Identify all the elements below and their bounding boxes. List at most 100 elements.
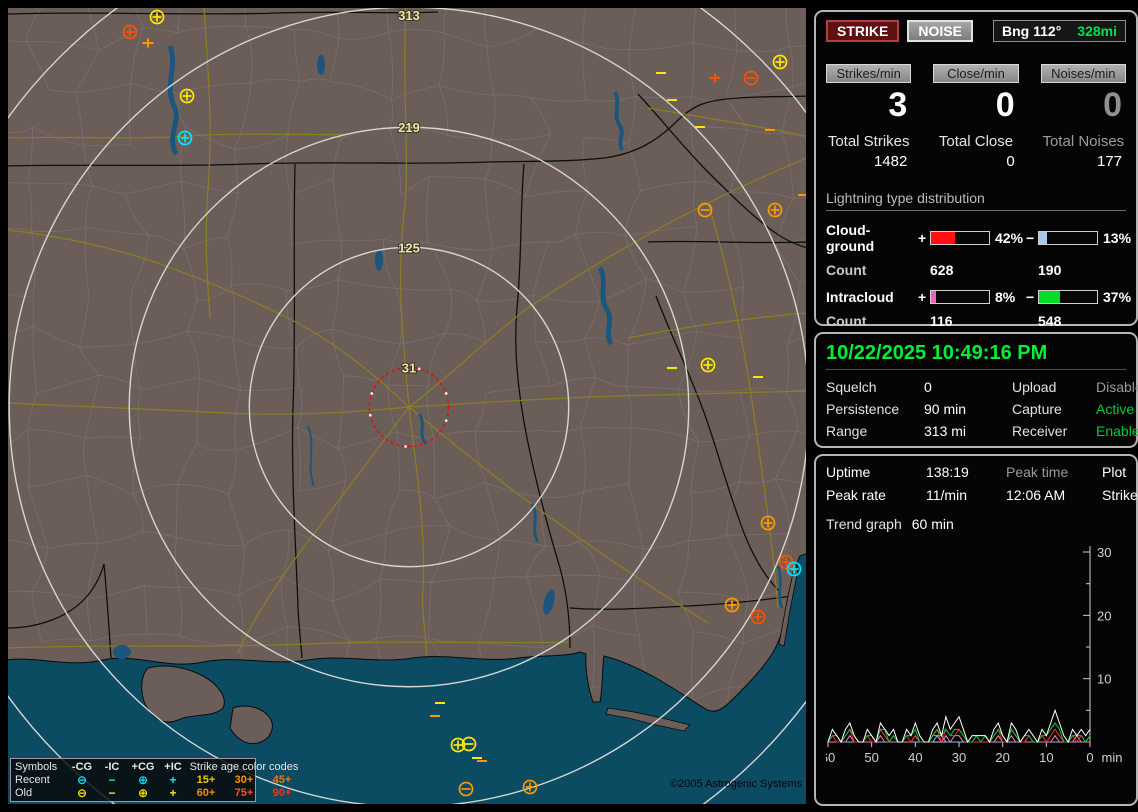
age-code-90: 90+ <box>272 787 292 799</box>
x-tick-label: 10 <box>1039 750 1053 765</box>
close-per-min-value: 0 <box>995 86 1015 124</box>
cloud-ground-label: Cloud-ground <box>826 222 875 254</box>
squelch-label: Squelch <box>826 379 877 395</box>
persistence-label: Persistence <box>826 401 900 417</box>
cg-plus-bar <box>930 231 990 245</box>
cloud-ground-row: Cloud-ground + 42% − 13% <box>826 222 1131 254</box>
x-tick-label: 60 <box>826 750 835 765</box>
legend-header-row: Symbols -CG -IC +CG +IC Strike age color… <box>15 761 298 774</box>
map-svg: 313 219 125 31 <box>8 8 806 804</box>
ring-label-313: 313 <box>398 8 420 23</box>
intracloud-count-row: Count 116 548 <box>826 313 1126 329</box>
minus-sign: − <box>1026 289 1035 305</box>
ic-plus-percent: 8% <box>995 289 1016 305</box>
x-tick-label: 0 <box>1086 750 1093 765</box>
total-close-label: Total Close <box>938 133 1014 150</box>
total-strikes-value: 1482 <box>873 153 908 170</box>
cloud-ground-count-row: Count 628 190 <box>826 262 1126 278</box>
circle-plus-icon: ⊕ <box>137 786 149 800</box>
close-column: Close/min 0 Total Close 0 <box>933 64 1019 170</box>
total-close-value: 0 <box>1006 153 1015 170</box>
peak-rate-label: Peak rate <box>826 487 886 503</box>
ring-label-219: 219 <box>398 120 420 135</box>
strikes-column: Strikes/min 3 Total Strikes 1482 <box>826 64 912 170</box>
ring-dot <box>404 445 407 448</box>
map-legend: Symbols -CG -IC +CG +IC Strike age color… <box>10 758 298 802</box>
age-code-30: 30+ <box>234 774 254 786</box>
bearing-value: Bng 112° <box>1002 23 1062 39</box>
ic-plus-bar <box>930 290 990 304</box>
squelch-value: 0 <box>924 379 932 395</box>
age-code-45: 45+ <box>272 774 292 786</box>
total-strikes-label: Total Strikes <box>827 133 910 150</box>
ring-dot <box>444 392 448 395</box>
age-code-75: 75+ <box>234 787 254 799</box>
total-noises-value: 177 <box>1096 153 1122 170</box>
peak-time-label: Peak time <box>1006 464 1069 480</box>
intracloud-row: Intracloud + 8% − 37% <box>826 289 1131 305</box>
trend-chart: 10 20 30 60 50 40 30 20 10 0 min <box>821 534 1126 787</box>
y-tick-label: 30 <box>1097 545 1111 560</box>
x-axis-unit: min <box>1102 750 1123 765</box>
range-value: 328mi <box>1077 23 1117 39</box>
lightning-map[interactable]: 313 219 125 31 Symbols -CG -IC +CG +IC Stri… <box>8 8 806 804</box>
uptime-label: Uptime <box>826 464 871 480</box>
noises-per-min-chip[interactable]: Noises/min <box>1040 64 1126 83</box>
side-panel: STRIKE NOISE Bng 112° 328mi Strikes/min … <box>814 10 1138 812</box>
ring-dot <box>368 413 372 417</box>
total-noises-label: Total Noises <box>1042 133 1125 150</box>
cg-minus-bar <box>1038 231 1098 245</box>
count-label: Count <box>826 262 867 278</box>
legend-recent-label: Recent <box>15 774 50 786</box>
plot-label: Plot <box>1102 464 1127 480</box>
plus-icon: + <box>169 786 177 800</box>
trend-series-green <box>827 722 1091 744</box>
datetime-display: 10/22/2025 10:49:16 PM <box>826 342 1126 370</box>
minus-icon: − <box>108 786 116 800</box>
cg-plus-percent: 42% <box>995 230 1024 246</box>
noises-per-min-value: 0 <box>1103 86 1122 124</box>
upload-label: Upload <box>1012 379 1057 395</box>
ic-minus-count: 548 <box>1038 313 1062 329</box>
strike-stats-box: STRIKE NOISE Bng 112° 328mi Strikes/min … <box>814 10 1138 329</box>
count-label: Count <box>826 313 867 329</box>
x-tick-label: 40 <box>908 750 922 765</box>
ic-plus-count: 116 <box>930 313 953 329</box>
rate-stats-grid: Strikes/min 3 Total Strikes 1482 Close/m… <box>826 64 1126 170</box>
trend-graph-label-row: Trend graph 60 min <box>826 516 1126 532</box>
legend-age-title: Strike age color codes <box>189 761 299 773</box>
cg-plus-count: 628 <box>930 262 954 278</box>
strikes-per-min-value: 3 <box>888 86 908 124</box>
age-code-15: 15+ <box>196 774 216 786</box>
ring-dot <box>417 367 421 371</box>
noise-mode-button[interactable]: NOISE <box>907 20 973 42</box>
noises-column: Noises/min 0 Total Noises 177 <box>1040 64 1126 170</box>
plot-mode-value: Strike <box>1102 487 1138 503</box>
strike-mode-button[interactable]: STRIKE <box>826 20 900 42</box>
cg-minus-count: 190 <box>1038 262 1062 278</box>
x-tick-label: 50 <box>864 750 878 765</box>
ring-label-125: 125 <box>398 240 420 255</box>
distribution-title: Lightning type distribution <box>826 190 1126 211</box>
ring-dot <box>370 392 374 395</box>
status-box: 10/22/2025 10:49:16 PM Squelch 0 Upload … <box>814 332 1138 448</box>
close-per-min-chip[interactable]: Close/min <box>933 64 1019 83</box>
ring-dot <box>444 419 448 422</box>
capture-status: Active <box>1096 401 1135 417</box>
y-tick-label: 10 <box>1097 672 1111 687</box>
strikes-per-min-chip[interactable]: Strikes/min <box>826 64 912 83</box>
ring-label-31: 31 <box>402 360 416 375</box>
range-value: 313 mi <box>924 423 967 439</box>
circle-minus-icon: ⊖ <box>76 786 88 800</box>
capture-label: Capture <box>1012 401 1062 417</box>
age-code-60: 60+ <box>196 787 216 799</box>
upload-status: Disabled <box>1096 379 1138 395</box>
minus-sign: − <box>1026 230 1035 246</box>
trend-series-white <box>827 708 1091 744</box>
settings-grid: Squelch 0 Upload Disabled Persistence 90… <box>826 379 1138 439</box>
x-tick-label: 20 <box>995 750 1009 765</box>
bearing-range-display: Bng 112° 328mi <box>993 20 1126 42</box>
receiver-label: Receiver <box>1012 423 1068 439</box>
ic-minus-bar <box>1038 290 1098 304</box>
legend-old-row: Old ⊖ − ⊕ + 60+ 75+ 90+ <box>15 786 291 800</box>
